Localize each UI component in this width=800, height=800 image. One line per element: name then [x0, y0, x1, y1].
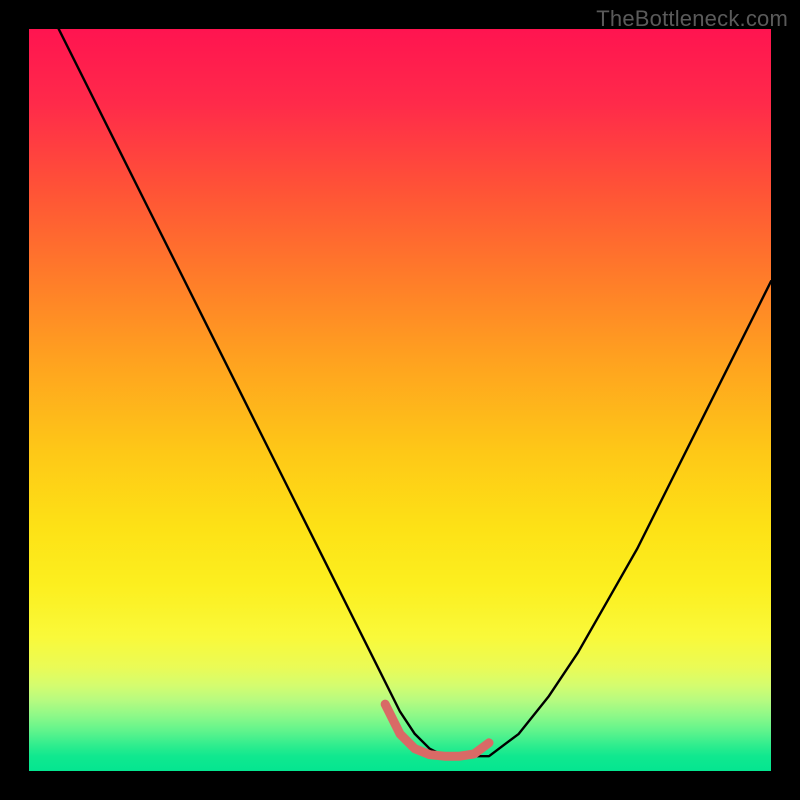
bottleneck-curve: [29, 29, 771, 756]
watermark-text: TheBottleneck.com: [596, 6, 788, 32]
chart-frame: TheBottleneck.com: [0, 0, 800, 800]
plot-area: [29, 29, 771, 771]
curve-svg: [29, 29, 771, 771]
